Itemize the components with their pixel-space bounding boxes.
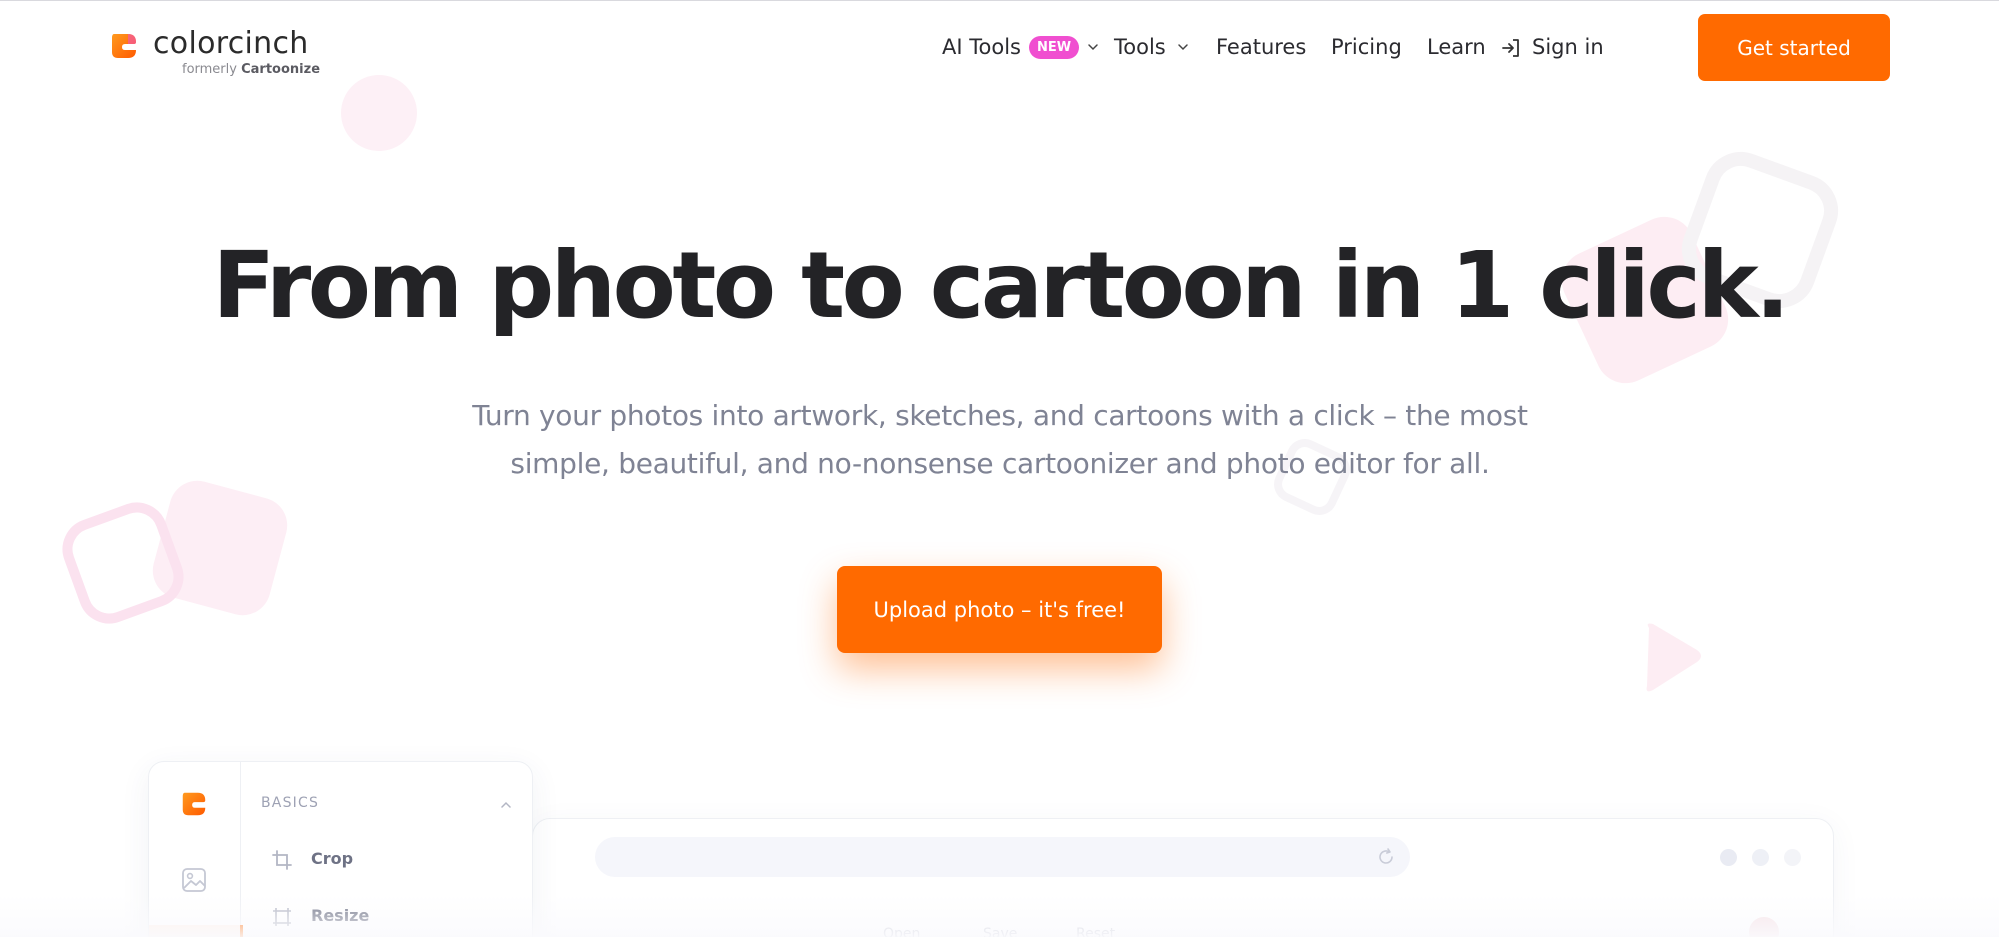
deco-triangle-icon (1646, 623, 1701, 692)
window-dot (1752, 849, 1769, 866)
nav-pricing[interactable]: Pricing (1331, 32, 1402, 62)
sign-in-icon[interactable] (1500, 37, 1522, 59)
colorcinch-logo-icon (112, 34, 136, 58)
colorcinch-logo-icon (182, 792, 206, 816)
tool-resize-label: Resize (311, 906, 370, 925)
nav-learn[interactable]: Learn (1427, 32, 1486, 62)
formerly-name: Cartoonize (241, 62, 321, 77)
editor-preview-sidebar: BASICS Crop Resize (148, 761, 533, 937)
preview-url-bar (595, 837, 1410, 877)
reload-icon (1379, 848, 1393, 864)
hero-subtitle-line-2: simple, beautiful, and no-nonsense carto… (510, 447, 1490, 480)
image-icon (182, 868, 206, 892)
window-dot (1784, 849, 1801, 866)
brand-name: colorcinch (153, 26, 309, 61)
upload-photo-button[interactable]: Upload photo – it's free! (837, 566, 1162, 653)
chevron-up-icon (501, 801, 511, 808)
chevron-down-icon[interactable] (1176, 40, 1190, 54)
nav-ai-tools[interactable]: AI Tools (942, 32, 1021, 62)
chevron-down-icon[interactable] (1086, 40, 1100, 54)
window-dot (1720, 849, 1737, 866)
section-basics-label: BASICS (261, 795, 320, 811)
avatar (1747, 915, 1781, 937)
preview-save-label: Save (983, 926, 1018, 937)
preview-reset-label: Reset (1076, 926, 1116, 937)
editor-tool-rail (149, 762, 243, 937)
deco-circle-icon (341, 75, 417, 151)
hero-subtitle-line-1: Turn your photos into artwork, sketches,… (472, 399, 1528, 432)
top-border (0, 0, 1999, 1)
rail-active-item (149, 925, 243, 937)
crop-icon (272, 850, 292, 870)
nav-features[interactable]: Features (1216, 32, 1306, 62)
deco-pink-outline-icon (62, 502, 184, 624)
formerly-prefix: formerly (182, 62, 237, 77)
nav-tools[interactable]: Tools (1114, 32, 1166, 62)
hero-title: From photo to cartoon in 1 click. (212, 232, 1790, 339)
new-badge: NEW (1029, 36, 1080, 59)
preview-open-label: Open (883, 926, 921, 937)
resize-icon (273, 908, 291, 926)
nav-sign-in[interactable]: Sign in (1532, 32, 1604, 62)
get-started-button[interactable]: Get started (1698, 14, 1890, 81)
hero-subtitle: Turn your photos into artwork, sketches,… (400, 392, 1600, 488)
tool-crop-label: Crop (311, 849, 354, 868)
editor-preview-frame: Open Save Reset (532, 818, 1834, 937)
brand-formerly: formerly Cartoonize (182, 62, 320, 77)
